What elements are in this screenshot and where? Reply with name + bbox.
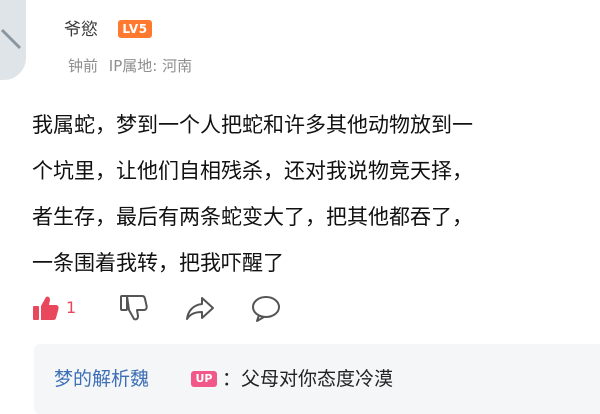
thumbs-down-icon bbox=[120, 295, 148, 321]
share-button[interactable] bbox=[184, 290, 216, 326]
dislike-button[interactable] bbox=[118, 290, 148, 326]
comment-action-bar: 1 bbox=[30, 290, 300, 326]
reply-preview[interactable]: 梦的解析魏 UP ：父母对你态度冷漠 bbox=[34, 344, 600, 414]
comment-line: 一条围着我转，把我吓醒了 bbox=[32, 251, 284, 275]
level-badge: LV5 bbox=[118, 20, 152, 38]
comment-line: 个坑里，让他们自相残杀，还对我说物竞天择， bbox=[32, 159, 473, 183]
comment-time: 钟前 bbox=[68, 57, 99, 75]
thumbs-up-icon bbox=[33, 296, 59, 320]
reply-author[interactable]: 梦的解析魏 bbox=[54, 366, 149, 392]
comment-line: 者生存，最后有两条蛇变大了，把其他都吞了， bbox=[32, 205, 473, 229]
comment-bubble-icon bbox=[252, 296, 280, 322]
comment-line: 我属蛇，梦到一个人把蛇和许多其他动物放到一 bbox=[32, 113, 473, 137]
comment-username[interactable]: 爷慾 bbox=[64, 18, 98, 42]
comment-meta: 钟前 IP属地: 河南 bbox=[68, 56, 198, 76]
reply-button[interactable] bbox=[250, 290, 282, 326]
comment-body: 我属蛇，梦到一个人把蛇和许多其他动物放到一 个坑里，让他们自相残杀，还对我说物竞… bbox=[32, 102, 600, 286]
avatar[interactable] bbox=[0, 0, 26, 80]
avatar-icon bbox=[0, 28, 22, 50]
like-count: 1 bbox=[66, 298, 77, 317]
share-icon bbox=[186, 297, 214, 320]
reply-text: ：父母对你态度冷漠 bbox=[222, 368, 394, 390]
up-badge: UP bbox=[191, 371, 217, 387]
ip-location: IP属地: 河南 bbox=[108, 57, 193, 75]
like-button[interactable]: 1 bbox=[30, 290, 76, 326]
